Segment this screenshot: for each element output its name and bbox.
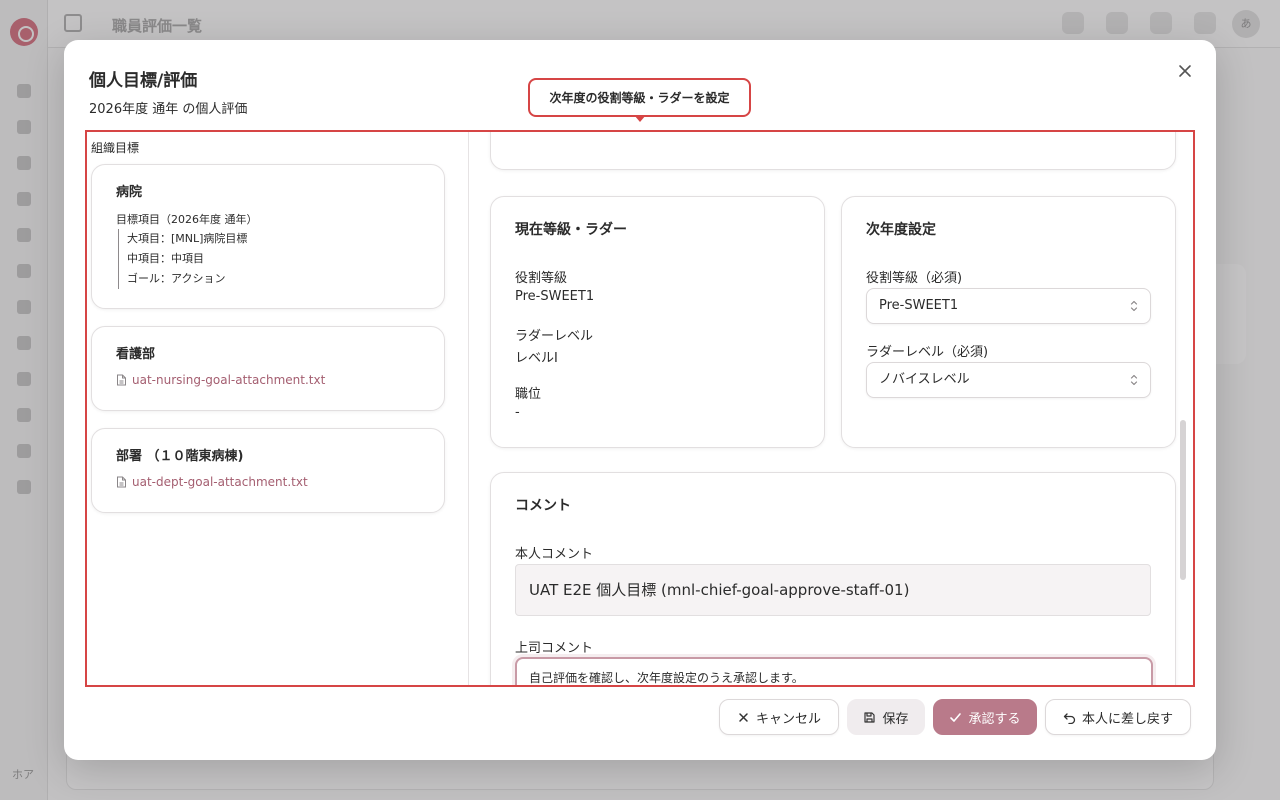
return-to-staff-button[interactable]: 本人に差し戻す — [1045, 699, 1191, 735]
nursing-attachment-link[interactable]: uat-nursing-goal-attachment.txt — [116, 373, 325, 387]
nursing-goal-card: 看護部 uat-nursing-goal-attachment.txt — [91, 326, 445, 411]
next-ladder-label: ラダーレベル（必須) — [866, 345, 989, 360]
next-role-grade-select[interactable]: Pre-SWEET1 — [866, 288, 1151, 324]
self-comment-field: UAT E2E 個人目標 (mnl-chief-goal-approve-sta… — [515, 564, 1151, 616]
app-page-title: 職員評価一覧 — [112, 17, 203, 35]
dept-goal-title: 部署 （１０階東病棟) — [116, 449, 244, 464]
dept-goal-card: 部署 （１０階東病棟) uat-dept-goal-attachment.txt — [91, 428, 445, 513]
chevron-updown-icon — [1130, 300, 1138, 312]
nursing-goal-title: 看護部 — [116, 347, 156, 362]
nav-admin-icon — [17, 444, 31, 458]
check-icon — [950, 712, 962, 722]
dept-attachment-name: uat-dept-goal-attachment.txt — [132, 475, 308, 489]
org-goals-label: 組織目標 — [91, 141, 140, 155]
cancel-label: キャンセル — [755, 711, 821, 727]
position-value: - — [515, 405, 520, 420]
nav-chat-icon — [17, 192, 31, 206]
sidebar-toggle-icon — [64, 14, 82, 32]
nav-check-icon — [17, 336, 31, 350]
next-role-grade-label: 役割等級（必須) — [866, 271, 963, 286]
nav-group-icon — [17, 372, 31, 386]
file-icon — [117, 374, 126, 386]
goal-middle: 中項目：中項目 — [127, 252, 204, 265]
scrollbar[interactable] — [1180, 420, 1186, 580]
ladder-label: ラダーレベル — [515, 329, 594, 344]
app-sidebar: ホア — [0, 0, 48, 800]
sidebar-user: ホア — [12, 768, 34, 781]
current-grade-card: 現在等級・ラダー 役割等級 Pre-SWEET1 ラダーレベル レベルⅠ 職位 … — [490, 196, 825, 448]
chevron-updown-icon — [1130, 374, 1138, 386]
nav-file-icon — [17, 300, 31, 314]
boss-comment-label: 上司コメント — [515, 641, 594, 656]
nav-user-icon — [17, 120, 31, 134]
cancel-button[interactable]: キャンセル — [719, 699, 839, 735]
return-label: 本人に差し戻す — [1081, 711, 1173, 727]
guide-callout: 次年度の役割等級・ラダーを設定 — [528, 78, 751, 117]
org-goals-column: 組織目標 病院 目標項目（2026年度 通年） 大項目：[MNL]病院目標 中項… — [87, 132, 469, 685]
hospital-goal-card: 病院 目標項目（2026年度 通年） 大項目：[MNL]病院目標 中項目：中項目… — [91, 164, 445, 309]
position-label: 職位 — [515, 387, 542, 402]
close-icon — [1179, 65, 1191, 77]
evaluation-column: 現在等級・ラダー 役割等級 Pre-SWEET1 ラダーレベル レベルⅠ 職位 … — [470, 132, 1190, 685]
file-icon — [117, 476, 126, 488]
role-grade-value: Pre-SWEET1 — [515, 289, 595, 304]
nav-list-icon — [17, 408, 31, 422]
role-grade-label: 役割等級 — [515, 271, 568, 286]
close-icon — [739, 712, 748, 722]
modal-title: 個人目標/評価 — [89, 71, 198, 91]
modal-subtitle: 2026年度 通年 の個人評価 — [89, 102, 248, 117]
approve-button[interactable]: 承認する — [933, 699, 1037, 735]
header-message-icon — [1062, 12, 1084, 34]
undo-icon — [1063, 712, 1076, 724]
next-year-card: 次年度設定 役割等級（必須) Pre-SWEET1 ラダーレベル（必須) ノバイ… — [841, 196, 1176, 448]
next-year-title: 次年度設定 — [866, 222, 936, 238]
nav-dashboard-icon — [17, 84, 31, 98]
next-ladder-select[interactable]: ノバイスレベル — [866, 362, 1151, 398]
close-button[interactable] — [1174, 60, 1196, 82]
nursing-attachment-name: uat-nursing-goal-attachment.txt — [132, 373, 326, 387]
nav-person-icon — [17, 264, 31, 278]
highlighted-content-area: 組織目標 病院 目標項目（2026年度 通年） 大項目：[MNL]病院目標 中項… — [85, 130, 1195, 687]
save-button[interactable]: 保存 — [847, 699, 925, 735]
approve-label: 承認する — [968, 711, 1021, 727]
nav-document-icon — [17, 228, 31, 242]
save-label: 保存 — [882, 711, 909, 727]
nav-report-icon — [17, 480, 31, 494]
goal-tree: 大項目：[MNL]病院目標 中項目：中項目 ゴール：アクション — [118, 229, 247, 289]
current-grade-title: 現在等級・ラダー — [515, 222, 627, 238]
header-chat-icon — [1194, 12, 1216, 34]
hospital-goal-title: 病院 — [116, 185, 143, 200]
next-ladder-value: ノバイスレベル — [879, 372, 970, 387]
save-icon — [864, 711, 876, 723]
ladder-value: レベルⅠ — [515, 351, 558, 366]
nav-calendar-icon — [17, 156, 31, 170]
header-bell-icon — [1150, 12, 1172, 34]
header-calendar-icon — [1106, 12, 1128, 34]
goal-item-heading: 目標項目（2026年度 通年） — [116, 213, 258, 226]
header-avatar: あ — [1232, 10, 1260, 38]
callout-arrow — [634, 115, 646, 122]
comments-title: コメント — [515, 498, 571, 514]
dept-attachment-link[interactable]: uat-dept-goal-attachment.txt — [116, 475, 308, 489]
comments-card: コメント 本人コメント UAT E2E 個人目標 (mnl-chief-goal… — [490, 472, 1176, 685]
goal-major: 大項目：[MNL]病院目標 — [127, 232, 248, 245]
boss-comment-textarea[interactable]: 自己評価を確認し、次年度設定のうえ承認します。 — [515, 657, 1153, 685]
previous-card — [490, 132, 1176, 170]
self-comment-label: 本人コメント — [515, 547, 594, 562]
next-role-grade-value: Pre-SWEET1 — [879, 298, 959, 313]
goal-action: ゴール：アクション — [127, 272, 226, 285]
app-logo — [10, 18, 38, 46]
